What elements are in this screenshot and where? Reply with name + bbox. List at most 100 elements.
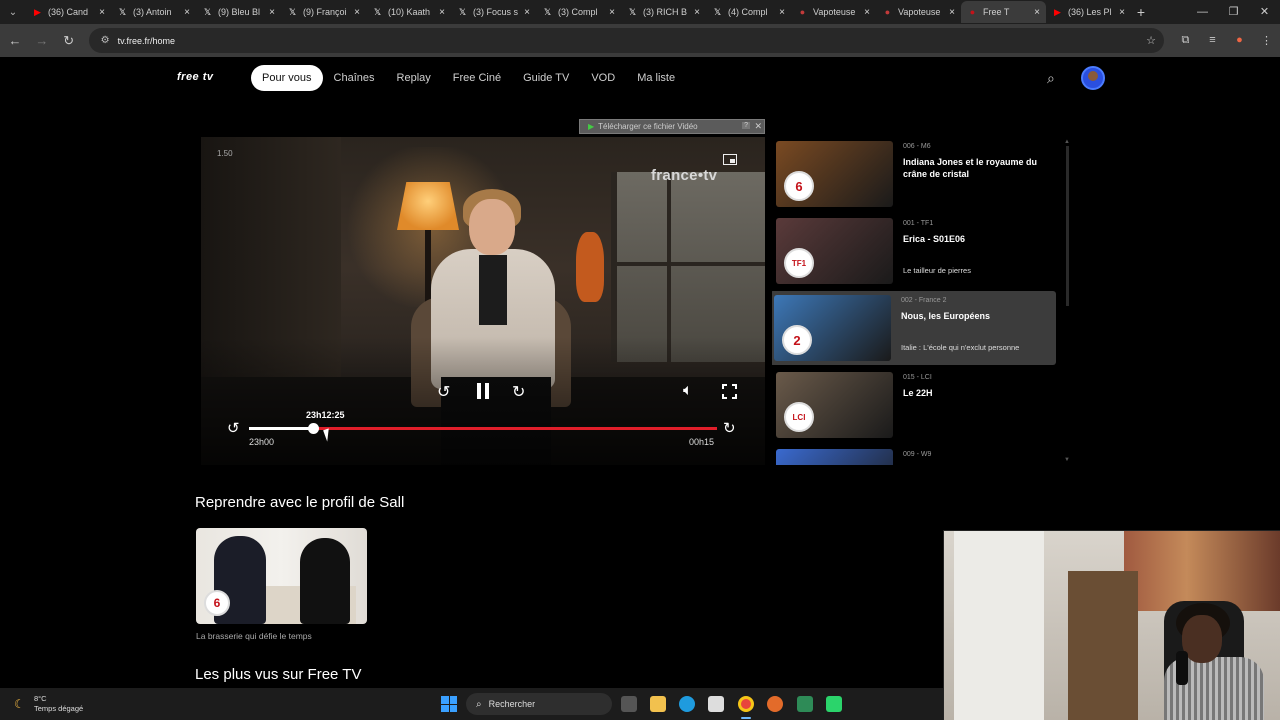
controls-gradient: [201, 337, 765, 465]
tab-search-dropdown-icon[interactable]: ⌄: [0, 0, 26, 24]
pause-icon[interactable]: [476, 383, 490, 399]
browser-tab[interactable]: 𝕏 (10) Kaath ×: [366, 1, 451, 23]
help-icon[interactable]: ?: [742, 122, 750, 129]
close-tab-icon[interactable]: ×: [439, 7, 445, 18]
fullscreen-icon[interactable]: [722, 384, 737, 399]
browser-tab[interactable]: ▶ (36) Les Pl ×: [1046, 1, 1131, 23]
browser-tab[interactable]: ● Free T ×: [961, 1, 1046, 23]
chrome-icon[interactable]: [738, 696, 754, 712]
taskbar-search[interactable]: ⌕ Rechercher: [466, 693, 612, 715]
program-title: Le 22H: [903, 388, 933, 398]
browser-tab[interactable]: ▶ (36) Cand ×: [26, 1, 111, 23]
nav-chaines[interactable]: Chaînes: [323, 65, 386, 91]
restart-icon[interactable]: ↺: [227, 419, 240, 437]
close-tab-icon[interactable]: ×: [269, 7, 275, 18]
video-scene-lamp: [397, 182, 459, 230]
picture-in-picture-icon[interactable]: [723, 154, 737, 165]
browser-tab[interactable]: 𝕏 (4) Compl ×: [706, 1, 791, 23]
close-tab-icon[interactable]: ×: [354, 7, 360, 18]
nav-pour-vous[interactable]: Pour vous: [251, 65, 323, 91]
close-window-icon[interactable]: ✕: [1249, 0, 1280, 24]
site-header: free tv Pour vous Chaînes Replay Free Ci…: [0, 57, 1280, 101]
file-explorer-icon[interactable]: [650, 696, 666, 712]
resume-card[interactable]: 6: [196, 528, 367, 624]
browser-tab[interactable]: 𝕏 (3) Antoin ×: [111, 1, 196, 23]
firefox-icon[interactable]: [767, 696, 783, 712]
close-tab-icon[interactable]: ×: [1034, 7, 1040, 18]
store-icon[interactable]: [708, 696, 724, 712]
channel-item[interactable]: LCI 015 - LCI Le 22H: [772, 368, 1056, 442]
maximize-icon[interactable]: ❐: [1218, 0, 1249, 24]
nav-ma-liste[interactable]: Ma liste: [626, 65, 686, 91]
app-icon[interactable]: [797, 696, 813, 712]
channel-item[interactable]: 6 006 - M6 Indiana Jones et le royaume du …: [772, 137, 1056, 211]
url-field[interactable]: ⚙ tv.free.fr/home ☆: [88, 28, 1164, 53]
download-video-banner[interactable]: ▶ Télécharger ce fichier Vidéo ? ✕: [579, 119, 765, 134]
x-icon: 𝕏: [458, 6, 467, 17]
rewind-icon[interactable]: ↺: [437, 382, 450, 402]
close-tab-icon[interactable]: ×: [949, 7, 955, 18]
windows-start-icon[interactable]: [441, 696, 457, 712]
nav-guide-tv[interactable]: Guide TV: [512, 65, 580, 91]
nav-free-cine[interactable]: Free Ciné: [442, 65, 512, 91]
channel-item[interactable]: 009 - W9: [772, 445, 1056, 465]
end-time: 00h15: [689, 437, 715, 447]
edge-icon[interactable]: [679, 696, 695, 712]
forward-icon[interactable]: →: [30, 33, 54, 48]
channel-list-scrollbar[interactable]: [1066, 146, 1069, 306]
browser-tab[interactable]: ● Vapoteuse ×: [791, 1, 876, 23]
bookmark-star-icon[interactable]: ☆: [1146, 34, 1156, 47]
close-tab-icon[interactable]: ×: [524, 7, 530, 18]
close-tab-icon[interactable]: ×: [609, 7, 615, 18]
progress-played: [249, 427, 313, 430]
extensions-icon[interactable]: ⧉: [1172, 34, 1199, 47]
resume-caption[interactable]: La brasserie qui défie le temps: [196, 631, 312, 641]
close-tab-icon[interactable]: ×: [864, 7, 870, 18]
app-icon[interactable]: [826, 696, 842, 712]
close-icon[interactable]: ✕: [754, 121, 762, 132]
close-tab-icon[interactable]: ×: [694, 7, 700, 18]
free-tv-logo[interactable]: free tv: [177, 71, 214, 83]
close-tab-icon[interactable]: ×: [1119, 7, 1125, 18]
nav-vod[interactable]: VOD: [580, 65, 626, 91]
volume-icon[interactable]: 🔈︎: [683, 382, 693, 400]
youtube-icon: ▶: [1054, 6, 1061, 17]
channel-item[interactable]: TF1 001 - TF1 Erica - S01E06 Le tailleur de…: [772, 214, 1056, 288]
tab-title: (36) Les Pl: [1068, 7, 1112, 17]
nav-replay[interactable]: Replay: [386, 65, 442, 91]
close-tab-icon[interactable]: ×: [99, 7, 105, 18]
address-bar: ← → ↻ ⚙ tv.free.fr/home ☆ ⧉ ≡ ● ⋮: [0, 24, 1280, 57]
media-icon[interactable]: ≡: [1199, 34, 1226, 47]
profile-icon[interactable]: ●: [1226, 34, 1253, 47]
site-info-icon[interactable]: ⚙: [101, 35, 110, 46]
browser-tab[interactable]: 𝕏 (9) Françoi ×: [281, 1, 366, 23]
new-tab-button[interactable]: +: [1131, 4, 1151, 20]
minimize-icon[interactable]: —: [1187, 0, 1218, 24]
reload-icon[interactable]: ↻: [57, 33, 81, 49]
scroll-up-icon[interactable]: ▲: [1064, 139, 1070, 145]
main-navigation: Pour vous Chaînes Replay Free Ciné Guide…: [251, 65, 686, 91]
browser-tab[interactable]: 𝕏 (3) Compl ×: [536, 1, 621, 23]
forward-icon[interactable]: ↻: [512, 382, 525, 402]
progress-track[interactable]: [249, 427, 717, 430]
moon-icon[interactable]: ☾: [14, 697, 25, 711]
video-player[interactable]: 1.50 france•tv ↺ ↻ 🔈︎ ↺ ↻ 23h12:25 23h00…: [201, 137, 765, 465]
tab-title: (4) Compl: [728, 7, 768, 17]
avatar[interactable]: [1081, 66, 1105, 90]
progress-knob[interactable]: [308, 423, 319, 434]
browser-tab[interactable]: 𝕏 (3) Focus s ×: [451, 1, 536, 23]
channel-item[interactable]: 2 002 - France 2 Nous, les Européens Italie…: [772, 291, 1056, 365]
scroll-down-icon[interactable]: ▼: [1064, 457, 1070, 463]
close-tab-icon[interactable]: ×: [779, 7, 785, 18]
close-tab-icon[interactable]: ×: [184, 7, 190, 18]
browser-tab[interactable]: 𝕏 (3) RICH B ×: [621, 1, 706, 23]
back-icon[interactable]: ←: [3, 33, 27, 48]
webcam-microphone: [1176, 651, 1188, 685]
live-icon[interactable]: ↻: [723, 419, 736, 437]
browser-tab[interactable]: ● Vapoteuse ×: [876, 1, 961, 23]
task-view-icon[interactable]: [621, 696, 637, 712]
search-icon[interactable]: ⌕: [1047, 70, 1055, 87]
browser-tab[interactable]: 𝕏 (9) Bleu Bl ×: [196, 1, 281, 23]
menu-icon[interactable]: ⋮: [1253, 34, 1280, 47]
channel-number: 009 - W9: [903, 451, 932, 458]
